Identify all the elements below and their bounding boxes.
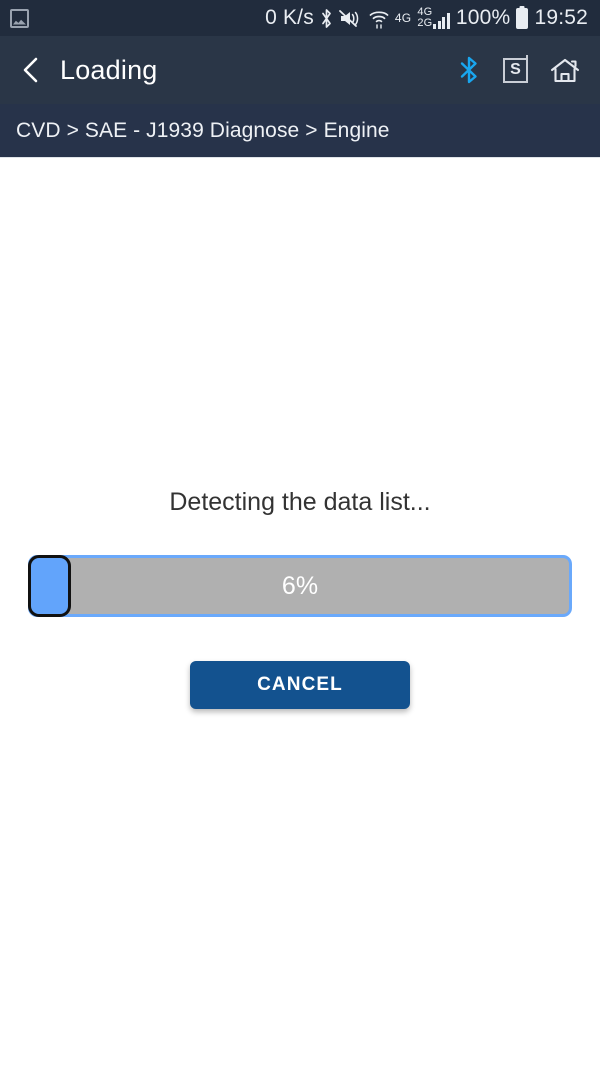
loading-message: Detecting the data list...	[169, 488, 431, 516]
bluetooth-icon	[320, 8, 333, 29]
home-icon[interactable]	[550, 57, 580, 84]
status-bar-left	[10, 8, 29, 28]
back-button[interactable]	[18, 55, 44, 85]
page-title: Loading	[60, 54, 158, 85]
wifi-icon	[369, 8, 389, 29]
network-speed-label: 0 K/s	[265, 6, 314, 29]
breadcrumb: CVD > SAE - J1939 Diagnose > Engine	[0, 104, 600, 158]
bluetooth-icon[interactable]	[457, 55, 481, 85]
screenshot-icon[interactable]: S	[503, 54, 528, 83]
signal-bars-icon: 4G 2G	[417, 6, 450, 30]
status-bar: 0 K/s 4G 4G 2G 100% 19:52	[0, 0, 600, 36]
content-area: Detecting the data list... 6% CANCEL	[0, 158, 600, 1065]
cancel-button[interactable]: CANCEL	[190, 661, 410, 709]
volume-mute-vibrate-icon	[339, 9, 363, 28]
app-header: Loading S	[0, 36, 600, 104]
sim2-label: 2G	[417, 17, 433, 29]
battery-percent-label: 100%	[455, 6, 511, 29]
status-bar-right: 0 K/s 4G 4G 2G 100% 19:52	[265, 6, 588, 30]
header-actions: S	[457, 54, 580, 85]
progress-bar: 6%	[28, 555, 572, 617]
gallery-icon	[10, 8, 29, 28]
screenshot-icon-letter: S	[510, 61, 521, 78]
network-type-label: 4G	[394, 11, 412, 25]
signal-bars	[433, 12, 450, 30]
loading-dialog: Detecting the data list... 6% CANCEL	[0, 488, 600, 709]
progress-percent-label: 6%	[281, 571, 319, 600]
breadcrumb-text: CVD > SAE - J1939 Diagnose > Engine	[16, 118, 390, 142]
cancel-row: CANCEL	[0, 661, 600, 709]
battery-full-icon	[516, 7, 529, 29]
clock-label: 19:52	[534, 6, 588, 29]
sim-labels: 4G 2G	[417, 6, 433, 29]
